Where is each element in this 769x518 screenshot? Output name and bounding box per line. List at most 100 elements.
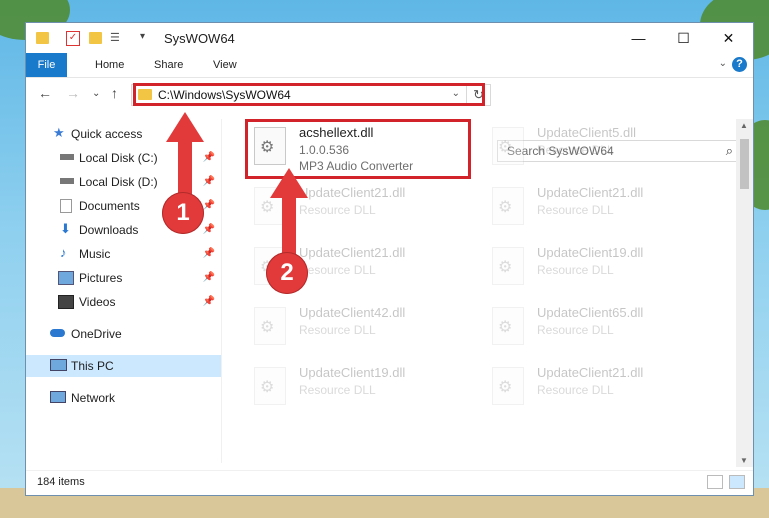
gear-icon: ⚙ — [498, 139, 513, 156]
sidebar-item-label: Network — [71, 391, 116, 405]
file-item[interactable]: ⚙ UpdateClient42.dll Resource DLL — [247, 301, 467, 359]
sidebar-item-label: Downloads — [79, 223, 139, 237]
sidebar-item-pictures[interactable]: Pictures 📌 — [26, 267, 221, 289]
expand-ribbon-icon[interactable]: ⌄ — [719, 58, 727, 69]
file-description: Resource DLL — [299, 203, 376, 217]
explorer-window: ✓ ☰ ▾ SysWOW64 — ☐ ✕ File Home Share Vie… — [25, 22, 754, 496]
file-name: UpdateClient19.dll — [299, 365, 406, 380]
tab-view[interactable]: View — [213, 53, 237, 77]
file-item[interactable]: ⚙ UpdateClient19.dll Resource DLL — [485, 241, 705, 299]
folder-icon — [36, 32, 49, 44]
back-icon[interactable]: ← — [38, 85, 52, 101]
file-description: Resource DLL — [299, 263, 376, 277]
file-description: Resource DLL — [299, 323, 376, 337]
tab-home[interactable]: Home — [95, 53, 124, 77]
sidebar-item-label: Local Disk (C:) — [79, 151, 158, 165]
dll-file-icon: ⚙ — [254, 307, 286, 345]
gear-icon: ⚙ — [498, 259, 513, 276]
file-item[interactable]: ⚙ UpdateClient5.dll Resource DLL — [485, 121, 705, 179]
pin-icon: 📌 — [202, 200, 215, 211]
title-bar: ✓ ☰ ▾ SysWOW64 — ☐ ✕ — [26, 23, 753, 53]
scroll-thumb[interactable] — [740, 139, 749, 189]
properties-icon[interactable]: ✓ — [66, 31, 80, 46]
sidebar-item-local-disk-c[interactable]: Local Disk (C:) 📌 — [26, 147, 221, 169]
cloud-icon — [50, 329, 65, 337]
annotation-number-1: 1 — [162, 192, 204, 234]
network-icon — [50, 391, 66, 403]
gear-icon: ⚙ — [260, 319, 275, 336]
file-item[interactable]: ⚙ UpdateClient19.dll Resource DLL — [247, 361, 467, 419]
file-item[interactable]: ⚙ UpdateClient21.dll Resource DLL — [485, 181, 705, 239]
dll-file-icon: ⚙ — [492, 247, 524, 285]
sidebar-item-this-pc[interactable]: This PC — [26, 355, 221, 377]
file-name: UpdateClient21.dll — [537, 185, 644, 200]
file-item[interactable]: ⚙ UpdateClient21.dll Resource DLL — [485, 361, 705, 419]
forward-icon[interactable]: → — [66, 85, 80, 101]
dll-file-icon: ⚙ — [254, 187, 286, 225]
file-name: UpdateClient5.dll — [537, 125, 637, 140]
sidebar-item-onedrive[interactable]: OneDrive — [26, 323, 221, 345]
address-highlight-box — [133, 83, 485, 106]
maximize-button[interactable]: ☐ — [661, 23, 706, 53]
file-description: Resource DLL — [299, 383, 376, 397]
sidebar-item-label: Music — [79, 247, 111, 261]
dll-file-icon: ⚙ — [492, 187, 524, 225]
scroll-down-icon[interactable]: ▼ — [740, 456, 748, 465]
tab-file[interactable]: File — [26, 53, 67, 77]
sidebar-item-label: Quick access — [71, 127, 143, 141]
customize-quick-access-icon[interactable]: ▾ — [140, 31, 145, 47]
annotation-number-2: 2 — [266, 252, 308, 294]
sidebar-item-label: Pictures — [79, 271, 123, 285]
recent-locations-icon[interactable]: ⌄ — [92, 88, 100, 99]
tab-share[interactable]: Share — [154, 53, 183, 77]
file-item[interactable]: ⚙ UpdateClient21.dll Resource DLL — [247, 181, 467, 239]
sidebar-item-label: This PC — [71, 359, 114, 373]
file-name: UpdateClient21.dll — [299, 185, 406, 200]
sidebar-item-label: Local Disk (D:) — [79, 175, 158, 189]
vertical-scrollbar[interactable]: ▲ ▼ — [736, 119, 753, 467]
sidebar-item-quick-access[interactable]: ★ Quick access — [26, 123, 221, 145]
film-strip-icon — [58, 295, 74, 309]
gear-icon: ⚙ — [260, 199, 275, 216]
new-folder-icon[interactable] — [89, 32, 102, 44]
file-name: UpdateClient19.dll — [537, 245, 644, 260]
file-name: UpdateClient21.dll — [537, 365, 644, 380]
scroll-up-icon[interactable]: ▲ — [740, 121, 748, 130]
ribbon: File Home Share View ⌄ ? — [26, 53, 753, 78]
pin-icon: 📌 — [202, 176, 215, 187]
file-item[interactable]: ⚙ UpdateClient65.dll Resource DLL — [485, 301, 705, 359]
sidebar-item-network[interactable]: Network — [26, 387, 221, 409]
file-description: Resource DLL — [537, 203, 614, 217]
close-button[interactable]: ✕ — [706, 23, 751, 53]
file-description: Resource DLL — [537, 143, 614, 157]
sidebar-item-videos[interactable]: Videos 📌 — [26, 291, 221, 313]
pin-icon: 📌 — [202, 224, 215, 235]
help-icon[interactable]: ? — [732, 57, 747, 72]
file-name: UpdateClient21.dll — [299, 245, 406, 260]
computer-icon — [50, 359, 67, 371]
view-options-icon[interactable]: ☰ — [110, 31, 122, 44]
file-description: Resource DLL — [537, 383, 614, 397]
dll-file-icon: ⚙ — [492, 127, 524, 165]
music-note-icon: ♪ — [60, 245, 67, 260]
minimize-button[interactable]: — — [616, 23, 661, 53]
sidebar-item-music[interactable]: ♪ Music 📌 — [26, 243, 221, 265]
dll-file-icon: ⚙ — [492, 307, 524, 345]
pin-icon: 📌 — [202, 272, 215, 283]
gear-icon: ⚙ — [498, 379, 513, 396]
large-icons-view-icon[interactable] — [729, 475, 745, 489]
up-icon[interactable]: ↑ — [111, 85, 118, 101]
pane-divider — [221, 119, 222, 463]
drive-icon — [60, 154, 74, 160]
pin-icon: 📌 — [202, 248, 215, 259]
sidebar-item-label: Documents — [79, 199, 140, 213]
window-title: SysWOW64 — [164, 31, 235, 46]
details-view-icon[interactable] — [707, 475, 723, 489]
gear-icon: ⚙ — [498, 199, 513, 216]
gear-icon: ⚙ — [498, 319, 513, 336]
sidebar-item-local-disk-d[interactable]: Local Disk (D:) 📌 — [26, 171, 221, 193]
pictures-icon — [58, 271, 74, 285]
documents-icon — [60, 199, 72, 213]
dll-file-icon: ⚙ — [492, 367, 524, 405]
gear-icon: ⚙ — [260, 379, 275, 396]
